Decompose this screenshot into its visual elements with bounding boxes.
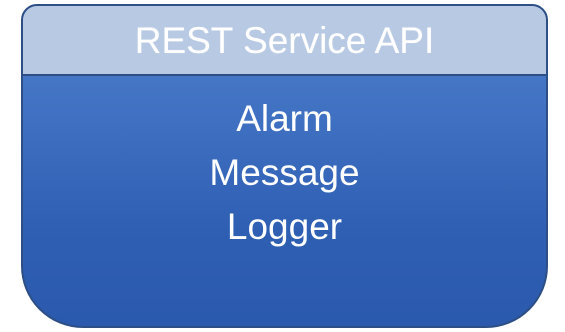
service-item-list: Alarm Message Logger	[23, 92, 546, 254]
diagram-canvas: REST Service API Alarm Message Logger	[0, 0, 565, 332]
service-item-logger: Logger	[226, 206, 343, 247]
rest-service-api-box: REST Service API Alarm Message Logger	[21, 4, 548, 328]
service-title: REST Service API	[23, 6, 546, 76]
service-item-alarm: Alarm	[236, 98, 333, 139]
service-item-message: Message	[209, 152, 360, 193]
